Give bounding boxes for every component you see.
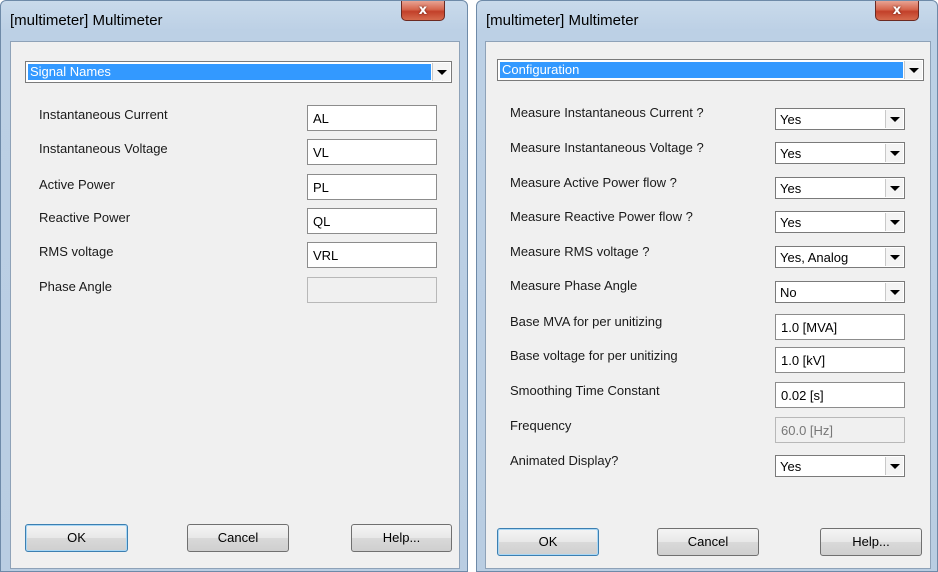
section-selector[interactable]: Signal Names (25, 61, 452, 83)
section-selected-value: Configuration (500, 62, 903, 78)
label-phase-angle: Phase Angle (39, 279, 113, 294)
field-smoothing-time-constant[interactable]: 0.02 [s] (775, 382, 905, 408)
select-measure-rms-voltage[interactable]: Yes, Analog (775, 246, 905, 268)
right-title-bar[interactable]: [multimeter] Multimeter x (477, 1, 937, 41)
label-instantaneous-voltage: Instantaneous Voltage (39, 141, 168, 156)
close-icon: x (418, 3, 428, 18)
chevron-down-icon[interactable] (885, 213, 903, 231)
label-smoothing-time-constant: Smoothing Time Constant (510, 383, 660, 398)
select-value: Yes (780, 146, 802, 161)
label-animated-display: Animated Display? (510, 453, 619, 468)
cancel-button[interactable]: Cancel (187, 524, 289, 552)
select-measure-reactive-power[interactable]: Yes (775, 211, 905, 233)
chevron-down-icon[interactable] (432, 63, 450, 81)
select-value: Yes (780, 459, 802, 474)
section-selector[interactable]: Configuration (497, 59, 924, 81)
select-measure-current[interactable]: Yes (775, 108, 905, 130)
label-base-voltage: Base voltage for per unitizing (510, 348, 678, 363)
select-measure-active-power[interactable]: Yes (775, 177, 905, 199)
right-window: [multimeter] Multimeter x Configuration … (476, 0, 938, 572)
select-value: Yes (780, 215, 802, 230)
help-button[interactable]: Help... (351, 524, 452, 552)
select-value: Yes (780, 112, 802, 127)
field-phase-angle (307, 277, 437, 303)
cancel-button[interactable]: Cancel (657, 528, 759, 556)
select-measure-phase-angle[interactable]: No (775, 281, 905, 303)
label-measure-phase-angle: Measure Phase Angle (510, 278, 638, 293)
chevron-down-icon[interactable] (904, 61, 922, 79)
label-instantaneous-current: Instantaneous Current (39, 107, 168, 122)
label-measure-rms-voltage: Measure RMS voltage ? (510, 244, 650, 259)
label-frequency: Frequency (510, 418, 572, 433)
close-button[interactable]: x (875, 1, 919, 21)
close-button[interactable]: x (401, 1, 445, 21)
field-instantaneous-current[interactable]: AL (307, 105, 437, 131)
chevron-down-icon[interactable] (885, 110, 903, 128)
label-measure-current: Measure Instantaneous Current ? (510, 105, 704, 120)
ok-button[interactable]: OK (25, 524, 128, 552)
select-value: No (780, 285, 797, 300)
section-selected-value: Signal Names (28, 64, 431, 80)
chevron-down-icon[interactable] (885, 179, 903, 197)
label-measure-active-power: Measure Active Power flow ? (510, 175, 677, 190)
label-base-mva: Base MVA for per unitizing (510, 314, 663, 329)
window-title: [multimeter] Multimeter (10, 12, 163, 29)
field-frequency: 60.0 [Hz] (775, 417, 905, 443)
chevron-down-icon[interactable] (885, 457, 903, 475)
field-reactive-power[interactable]: QL (307, 208, 437, 234)
label-active-power: Active Power (39, 177, 115, 192)
window-title: [multimeter] Multimeter (486, 12, 639, 29)
left-window: [multimeter] Multimeter x Signal Names I… (0, 0, 468, 572)
close-icon: x (892, 3, 902, 18)
select-measure-voltage[interactable]: Yes (775, 142, 905, 164)
label-measure-reactive-power: Measure Reactive Power flow ? (510, 209, 693, 224)
select-value: Yes (780, 181, 802, 196)
field-base-mva[interactable]: 1.0 [MVA] (775, 314, 905, 340)
left-title-bar[interactable]: [multimeter] Multimeter x (1, 1, 467, 41)
select-animated-display[interactable]: Yes (775, 455, 905, 477)
ok-button[interactable]: OK (497, 528, 599, 556)
field-active-power[interactable]: PL (307, 174, 437, 200)
field-instantaneous-voltage[interactable]: VL (307, 139, 437, 165)
help-button[interactable]: Help... (820, 528, 922, 556)
select-value: Yes, Analog (780, 250, 849, 265)
label-rms-voltage: RMS voltage (39, 244, 114, 259)
label-reactive-power: Reactive Power (39, 210, 131, 225)
chevron-down-icon[interactable] (885, 283, 903, 301)
right-client-area: Configuration Measure Instantaneous Curr… (485, 41, 931, 569)
left-client-area: Signal Names Instantaneous Current AL In… (10, 41, 460, 569)
label-measure-voltage: Measure Instantaneous Voltage ? (510, 140, 704, 155)
chevron-down-icon[interactable] (885, 144, 903, 162)
field-base-voltage[interactable]: 1.0 [kV] (775, 347, 905, 373)
field-rms-voltage[interactable]: VRL (307, 242, 437, 268)
chevron-down-icon[interactable] (885, 248, 903, 266)
